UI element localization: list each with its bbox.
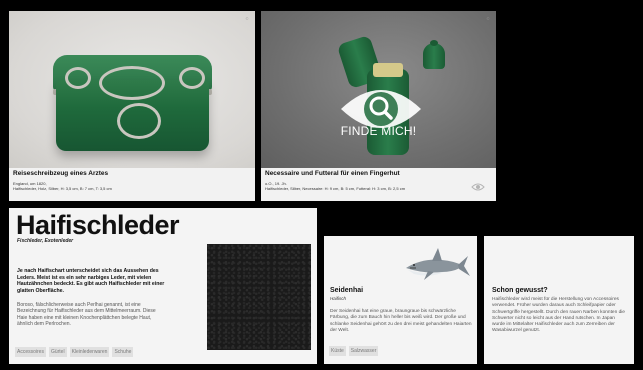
ornament xyxy=(99,66,165,100)
tag-accessoires[interactable]: Accessoires xyxy=(15,347,46,357)
thimble-case xyxy=(423,43,445,69)
article-lead: Je nach Haifischart unterscheidet sich d… xyxy=(17,268,165,294)
tag-guertel[interactable]: Gürtel xyxy=(48,347,67,357)
object-title: Reiseschreibzeug eines Arztes xyxy=(13,170,109,177)
object-photo: © xyxy=(9,11,255,168)
thimble-knob xyxy=(430,40,438,46)
object-meta: England, um 1820, Haifischleder, Holz, S… xyxy=(13,181,112,191)
photo-credit: © xyxy=(486,17,490,21)
animal-title: Seidenhai xyxy=(330,287,364,294)
object-caption: Reiseschreibzeug eines Arztes England, u… xyxy=(13,170,251,191)
leather-texture-image xyxy=(207,244,311,350)
tag-list: Küste Salzwasser xyxy=(329,346,379,356)
tag-schuhe[interactable]: Schuhe xyxy=(112,347,134,357)
case-top xyxy=(373,63,403,77)
eye-icon[interactable] xyxy=(471,183,485,191)
article-body: Boroso, fälschlicherweise auch Perlhai g… xyxy=(17,302,156,328)
object-title: Necessaire und Futteral für einen Finger… xyxy=(265,170,400,177)
ornament xyxy=(65,67,91,89)
tag-list: Accessoires Gürtel Kleinlederwaren Schuh… xyxy=(15,347,134,357)
fact-body: Haifischleder wird meist für die Herstel… xyxy=(492,297,625,334)
photo-credit: © xyxy=(245,17,249,21)
article-card-haifischleder: Haifischleder Fischleder, Exotenleder Je… xyxy=(9,208,317,364)
object-photo: FINDE MICH! © xyxy=(261,11,496,168)
tag-kueste[interactable]: Küste xyxy=(329,346,346,356)
object-card-necessaire[interactable]: FINDE MICH! © Necessaire und Futteral fü… xyxy=(261,11,496,201)
tag-salzwasser[interactable]: Salzwasser xyxy=(348,346,379,356)
fact-card-schon-gewusst: Schon gewusst? Haifischleder wird meist … xyxy=(484,236,634,364)
animal-card-seidenhai: Seidenhai Haifisch Der Seidenhai hat ein… xyxy=(324,236,477,364)
shark-image xyxy=(406,248,470,280)
animal-body: Der Seidenhai hat eine graue, braungraue… xyxy=(330,309,472,333)
ornament xyxy=(179,67,205,89)
article-subtitle: Fischleder, Exotenleder xyxy=(17,238,74,244)
fact-title: Schon gewusst? xyxy=(492,287,548,294)
object-card-reiseschreibzeug[interactable]: © Reiseschreibzeug eines Arztes England,… xyxy=(9,11,255,201)
article-title: Haifischleder xyxy=(16,210,180,240)
object-meta: o.O., 19. Jh. Haifischleder, Silber, Nec… xyxy=(265,181,406,191)
object-caption: Necessaire und Futteral für einen Finger… xyxy=(265,170,492,191)
animal-subtitle: Haifisch xyxy=(330,296,347,301)
tag-kleinlederwaren[interactable]: Kleinlederwaren xyxy=(69,347,110,357)
ornament xyxy=(117,103,161,139)
finde-mich-label[interactable]: FINDE MICH! xyxy=(261,124,496,138)
